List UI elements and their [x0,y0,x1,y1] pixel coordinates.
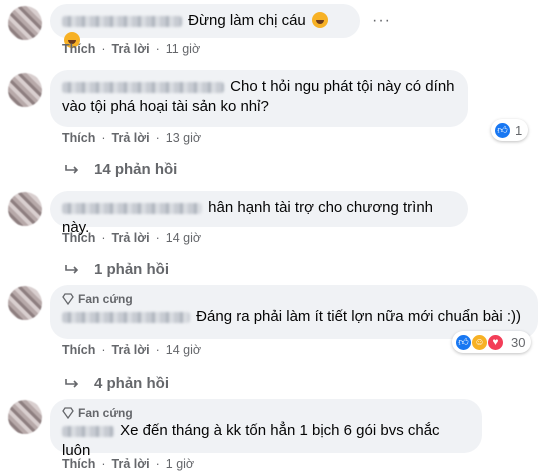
comment-text: Xe đến tháng à kk tốn hẳn 1 bịch 6 gói b… [62,422,440,459]
diamond-icon [62,407,74,419]
reaction-count: 30 [511,334,526,350]
fan-badge: Fan cứng [62,405,470,421]
like-reaction-icon: 👍︎ [455,333,472,351]
comment-text: Đừng làm chị cáu [188,12,306,29]
replies-count: 1 phản hồi [94,261,169,278]
comment-time[interactable]: 11 giờ [166,42,200,56]
comment-actions: Thích · Trả lời · 14 giờ [62,343,202,357]
comment-actions: Thích · Trả lời · 11 giờ [62,42,201,56]
love-reaction-icon: ♥︎ [487,333,504,351]
comment-text: Đáng ra phải làm ít tiết lợn nữa mới chu… [196,308,522,325]
more-options-icon[interactable]: ··· [372,12,390,30]
commenter-name-blurred[interactable] [62,15,182,27]
replies-count: 4 phản hồi [94,375,169,392]
reply-link[interactable]: Trả lời [112,457,150,471]
comment-actions: Thích · Trả lời · 14 giờ [62,231,202,245]
reaction-count: 1 [515,122,523,138]
comment-bubble: Fan cứng Xe đến tháng à kk tốn hẳn 1 bịc… [50,399,482,459]
commenter-avatar[interactable] [8,6,42,40]
diamond-icon [62,293,74,305]
commenter-avatar[interactable] [8,192,42,226]
fan-badge-label: Fan cứng [78,406,133,420]
comment-time[interactable]: 14 giờ [166,231,201,245]
comment-time[interactable]: 13 giờ [166,131,201,145]
commenter-avatar[interactable] [8,73,42,107]
reply-arrow-icon [65,378,79,388]
reply-link[interactable]: Trả lời [112,42,150,56]
comment-actions: Thích · Trả lời · 1 giờ [62,457,195,471]
comment-time[interactable]: 14 giờ [166,343,201,357]
commenter-name-blurred[interactable] [62,311,190,323]
comment-actions: Thích · Trả lời · 13 giờ [62,131,202,145]
comment-bubble: Cho t hỏi ngu phát tội này có dính vào t… [50,70,468,127]
like-link[interactable]: Thích [62,42,95,56]
fan-badge: Fan cứng [62,291,526,307]
comment-bubble: hân hạnh tài trợ cho chương trình này. [50,191,468,236]
view-replies-link[interactable]: 1 phản hồi [64,261,169,278]
like-link[interactable]: Thích [62,343,95,357]
commenter-name-blurred[interactable] [62,202,202,214]
view-replies-link[interactable]: 14 phản hồi [64,161,177,178]
like-link[interactable]: Thích [62,457,95,471]
commenter-avatar[interactable] [8,400,42,434]
reply-arrow-icon [65,264,79,274]
commenter-avatar[interactable] [8,286,42,320]
replies-count: 14 phản hồi [94,161,178,178]
haha-reaction-icon: ☺︎ [471,333,488,351]
fan-badge-label: Fan cứng [78,292,133,306]
reaction-summary[interactable]: 👍︎ 1 [491,119,529,141]
rolling-laughing-emoji-icon [311,12,328,28]
commenter-name-blurred[interactable] [62,425,114,437]
view-replies-link[interactable]: 4 phản hồi [64,375,169,392]
comment-time[interactable]: 1 giờ [166,457,194,471]
like-link[interactable]: Thích [62,231,95,245]
commenter-name-blurred[interactable] [62,81,224,93]
reply-arrow-icon [65,164,79,174]
comment-bubble: Đừng làm chị cáu [50,4,360,48]
reply-link[interactable]: Trả lời [112,231,150,245]
reply-link[interactable]: Trả lời [112,343,150,357]
reaction-summary[interactable]: 👍︎ ☺︎ ♥︎ 30 [452,331,532,353]
reply-link[interactable]: Trả lời [112,131,150,145]
like-link[interactable]: Thích [62,131,95,145]
like-reaction-icon: 👍︎ [494,121,511,139]
